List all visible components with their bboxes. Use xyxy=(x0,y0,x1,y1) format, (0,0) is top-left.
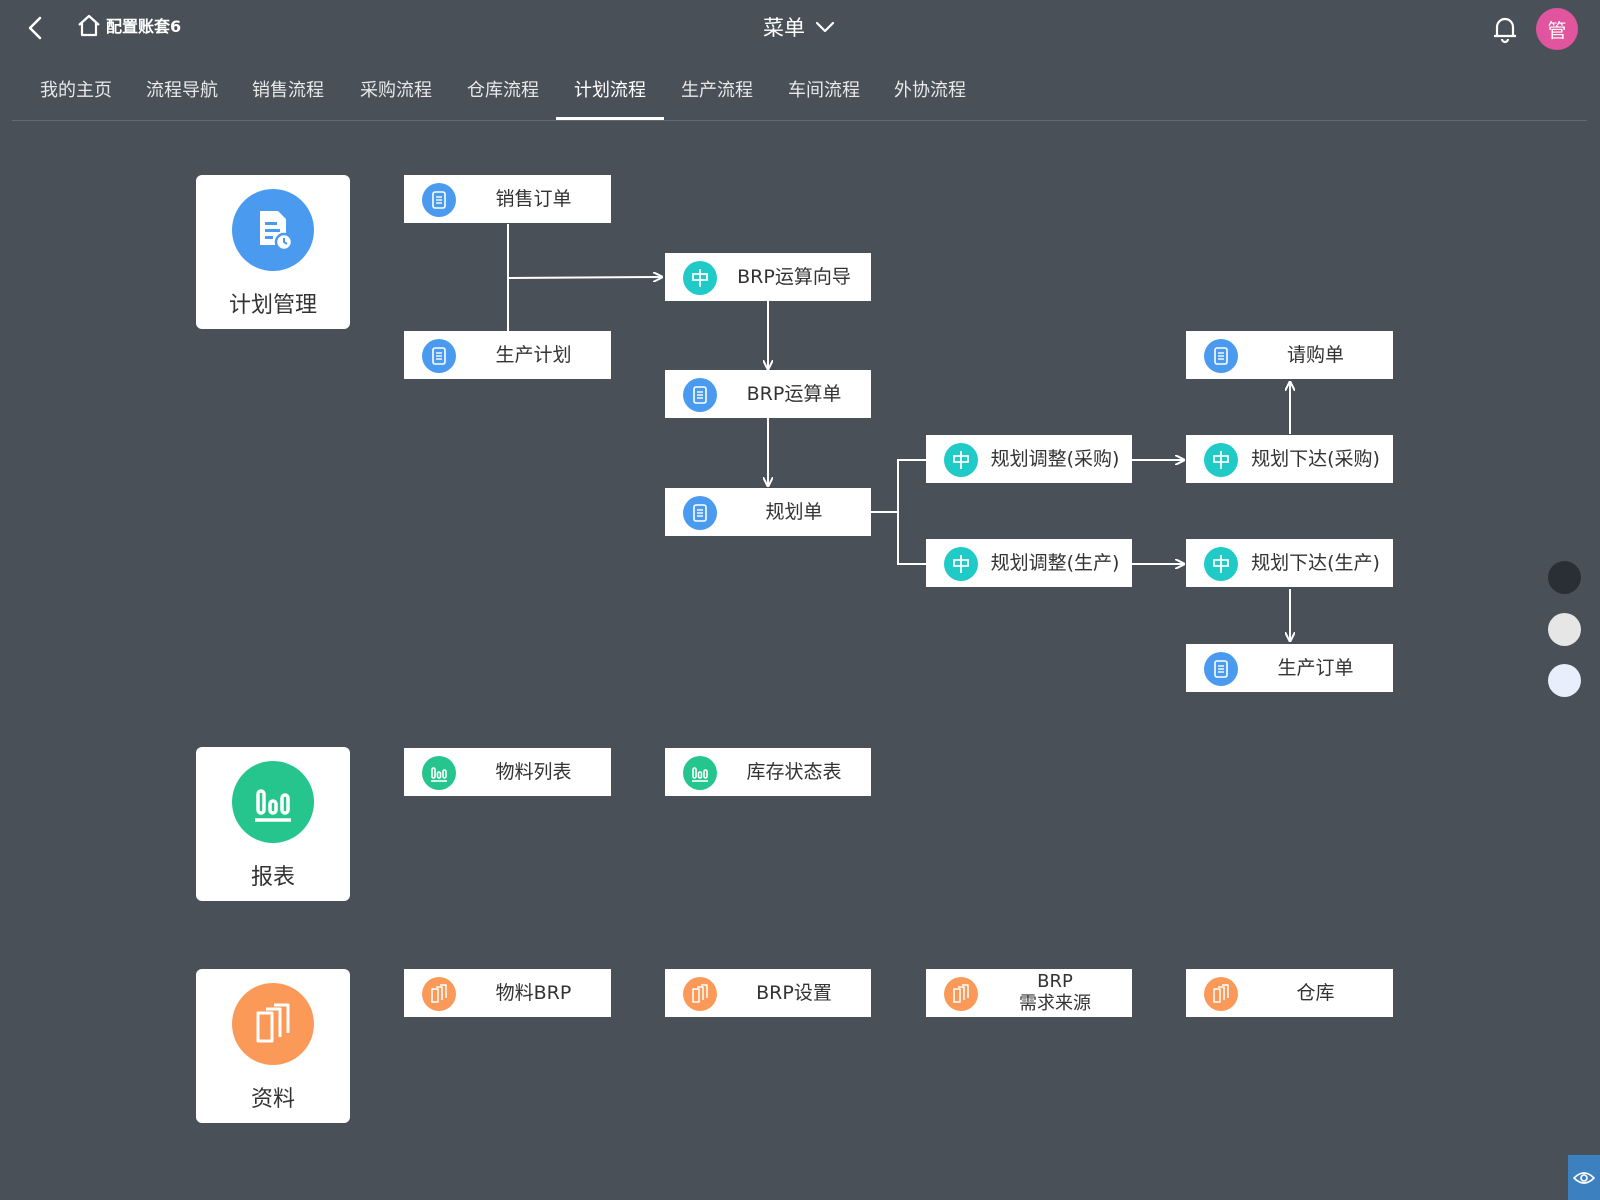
node-label: 生产计划 xyxy=(495,344,572,366)
node-label-line1: BRP xyxy=(1037,971,1073,992)
node-label: 物料BRP xyxy=(495,982,572,1004)
eye-icon xyxy=(1573,1171,1595,1184)
node-label: 物料列表 xyxy=(495,761,572,783)
document-icon xyxy=(693,504,707,522)
node-label: 销售订单 xyxy=(495,188,572,210)
page-dot-1[interactable] xyxy=(1548,561,1581,594)
node-brp-wizard[interactable]: BRP运算向导 xyxy=(665,253,871,301)
node-label: 规划调整(采购) xyxy=(990,448,1120,470)
node-label: 规划下达(生产) xyxy=(1251,552,1380,574)
node-sales-order[interactable]: 销售订单 xyxy=(404,175,611,223)
files-icon xyxy=(692,984,708,1003)
view-toggle-button[interactable] xyxy=(1568,1155,1600,1200)
section-card-reports[interactable]: 报表 xyxy=(196,747,350,901)
files-icon xyxy=(256,1003,290,1043)
node-stock-status[interactable]: 库存状态表 xyxy=(665,748,871,796)
signpost-icon xyxy=(953,451,969,469)
document-icon xyxy=(693,386,707,404)
node-label: 规划调整(生产) xyxy=(990,552,1120,574)
bar-chart-icon xyxy=(692,767,708,782)
document-icon xyxy=(432,347,446,365)
branch-plan-sheet-adjust-production xyxy=(897,512,926,565)
node-label: 库存状态表 xyxy=(746,761,842,783)
arrow-to-brp-wizard xyxy=(507,277,662,278)
node-production-plan[interactable]: 生产计划 xyxy=(404,331,611,379)
node-release-purchase[interactable]: 规划下达(采购) xyxy=(1186,435,1393,483)
node-warehouse[interactable]: 仓库 xyxy=(1186,969,1393,1017)
node-label: BRP运算单 xyxy=(746,383,842,405)
node-label: 规划单 xyxy=(765,501,823,523)
node-production-order[interactable]: 生产订单 xyxy=(1186,644,1393,692)
section-label: 计划管理 xyxy=(228,293,317,318)
node-label: 请购单 xyxy=(1286,344,1344,366)
node-material-list[interactable]: 物料列表 xyxy=(404,748,611,796)
node-adjust-purchase[interactable]: 规划调整(采购) xyxy=(926,435,1132,483)
document-clock-icon xyxy=(260,211,294,252)
document-icon xyxy=(1214,660,1228,678)
section-card-plan-management[interactable]: 计划管理 xyxy=(196,175,350,329)
section-label: 资料 xyxy=(250,1087,295,1112)
section-label: 报表 xyxy=(250,865,295,890)
node-label-line2: 需求来源 xyxy=(1019,993,1091,1014)
node-label: BRP 需求来源 xyxy=(978,969,1132,1017)
bar-chart-icon xyxy=(431,767,447,782)
document-icon xyxy=(1214,347,1228,365)
page-dot-3[interactable] xyxy=(1548,664,1581,697)
node-label: 规划下达(采购) xyxy=(1251,448,1380,470)
signpost-icon xyxy=(692,269,708,287)
node-plan-sheet[interactable]: 规划单 xyxy=(665,488,871,536)
node-brp-settings[interactable]: BRP设置 xyxy=(665,969,871,1017)
files-icon xyxy=(431,984,447,1003)
node-release-production[interactable]: 规划下达(生产) xyxy=(1186,539,1393,587)
page-dot-2[interactable] xyxy=(1548,613,1581,646)
bar-chart-icon xyxy=(255,789,291,822)
node-brp-calc[interactable]: BRP运算单 xyxy=(665,370,871,418)
node-label: 仓库 xyxy=(1296,982,1335,1004)
signpost-icon xyxy=(1213,555,1229,573)
node-material-brp[interactable]: 物料BRP xyxy=(404,969,611,1017)
node-brp-demand-source[interactable]: BRP 需求来源 xyxy=(926,969,1132,1017)
node-purchase-request[interactable]: 请购单 xyxy=(1186,331,1393,379)
files-icon xyxy=(1213,984,1229,1003)
node-label: BRP设置 xyxy=(756,982,832,1004)
node-adjust-production[interactable]: 规划调整(生产) xyxy=(926,539,1132,587)
document-icon xyxy=(432,191,446,209)
files-icon xyxy=(953,984,969,1003)
node-label: BRP运算向导 xyxy=(737,266,851,288)
branch-plan-sheet-adjust xyxy=(870,459,926,513)
section-card-data[interactable]: 资料 xyxy=(196,969,350,1123)
signpost-icon xyxy=(953,555,969,573)
node-label: 生产订单 xyxy=(1277,657,1354,679)
signpost-icon xyxy=(1213,451,1229,469)
